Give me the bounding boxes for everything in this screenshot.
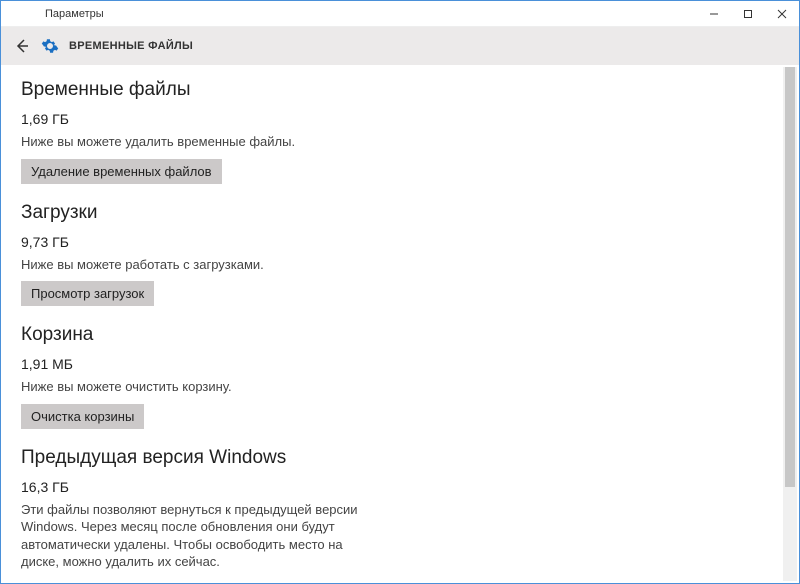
gear-icon [41, 37, 59, 55]
section-desc: Ниже вы можете работать с загрузками. [21, 256, 361, 274]
titlebar: Параметры [1, 1, 799, 27]
back-icon[interactable] [13, 37, 31, 55]
section-desc: Ниже вы можете очистить корзину. [21, 378, 361, 396]
section-desc: Ниже вы можете удалить временные файлы. [21, 133, 361, 151]
empty-recycle-bin-button[interactable]: Очистка корзины [21, 404, 144, 429]
vertical-scrollbar[interactable] [783, 67, 797, 581]
delete-temp-files-button[interactable]: Удаление временных файлов [21, 159, 222, 184]
section-title: Временные файлы [21, 79, 779, 101]
window-title: Параметры [45, 8, 104, 20]
section-temp-files: Временные файлы 1,69 ГБ Ниже вы можете у… [21, 79, 779, 184]
section-desc: Эти файлы позволяют вернуться к предыдущ… [21, 501, 361, 571]
view-downloads-button[interactable]: Просмотр загрузок [21, 281, 154, 306]
section-title: Корзина [21, 324, 779, 346]
section-previous-windows: Предыдущая версия Windows 16,3 ГБ Эти фа… [21, 447, 779, 583]
content-area: Временные файлы 1,69 ГБ Ниже вы можете у… [1, 65, 799, 583]
section-title: Предыдущая версия Windows [21, 447, 779, 469]
window-controls [697, 1, 799, 27]
section-title: Загрузки [21, 202, 779, 224]
maximize-button[interactable] [731, 1, 765, 27]
section-recycle-bin: Корзина 1,91 МБ Ниже вы можете очистить … [21, 324, 779, 429]
size-value: 16,3 ГБ [21, 479, 779, 495]
minimize-button[interactable] [697, 1, 731, 27]
size-value: 9,73 ГБ [21, 234, 779, 250]
header-bar: ВРЕМЕННЫЕ ФАЙЛЫ [1, 27, 799, 65]
page-title: ВРЕМЕННЫЕ ФАЙЛЫ [69, 40, 193, 52]
section-downloads: Загрузки 9,73 ГБ Ниже вы можете работать… [21, 202, 779, 307]
size-value: 1,91 МБ [21, 356, 779, 372]
size-value: 1,69 ГБ [21, 111, 779, 127]
close-button[interactable] [765, 1, 799, 27]
scrollbar-thumb[interactable] [785, 67, 795, 487]
